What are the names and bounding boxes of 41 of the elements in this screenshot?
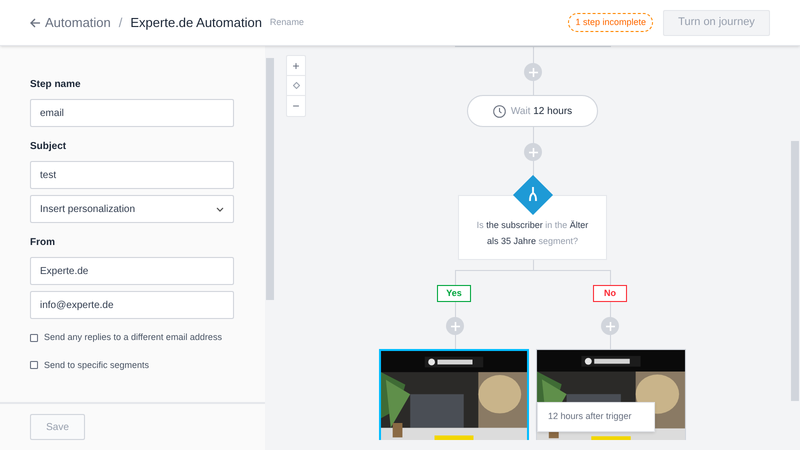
input-field[interactable]: Experte.de [30,257,234,285]
scrollbar[interactable] [790,46,800,440]
chevron-down-icon [216,206,224,212]
scrollbar[interactable] [275,440,800,450]
add-step-button[interactable] [524,143,542,161]
back-arrow-icon [30,18,41,28]
plus-icon [528,68,538,76]
input-field[interactable]: info@experte.de [30,291,234,319]
scrollbar[interactable] [265,46,275,450]
add-step-button[interactable] [524,63,542,81]
plus-icon [528,148,538,156]
input-field[interactable]: email [30,99,234,127]
diamond-icon [292,82,300,89]
field-label: Subject [30,140,68,154]
split-icon [512,174,554,216]
checkbox-label: Send any replies to a different email address [44,331,222,344]
add-step-button[interactable] [446,317,464,335]
tooltip: 12 hours after trigger [537,402,655,432]
input-field[interactable]: test [30,161,234,189]
status-badge: 1 step incomplete [568,12,653,32]
back-link[interactable]: Automation [30,12,111,32]
add-step-button[interactable] [601,317,619,335]
plus-icon [450,322,460,330]
condition-node[interactable]: Is the subscriber in the Älter als 35 Jahre segment? [458,195,607,260]
field-label: From [30,236,56,250]
wait-step-node[interactable]: Wait 12 hours [467,95,598,127]
branch-label: Yes [437,285,471,302]
checkbox[interactable] [30,361,38,370]
checkbox-label: Send to specific segments [44,358,150,372]
personalization-dropdown[interactable]: Insert personalization [30,195,234,223]
condition-text: Is the subscriber in the Älter als 35 Jahre segment? [476,219,590,248]
breadcrumb-separator: / [118,14,122,32]
wait-label: Wait 12 hours [510,104,572,118]
field-label: Step name [30,78,82,92]
checkbox[interactable] [30,334,38,342]
branch-label: No [593,285,627,302]
journey-title: Experte.de Automation [130,14,262,32]
zoom-out-button[interactable]: − [287,96,305,116]
plus-icon [606,322,614,330]
zoom-in-button[interactable]: + [287,56,305,76]
clock-icon [492,104,506,118]
